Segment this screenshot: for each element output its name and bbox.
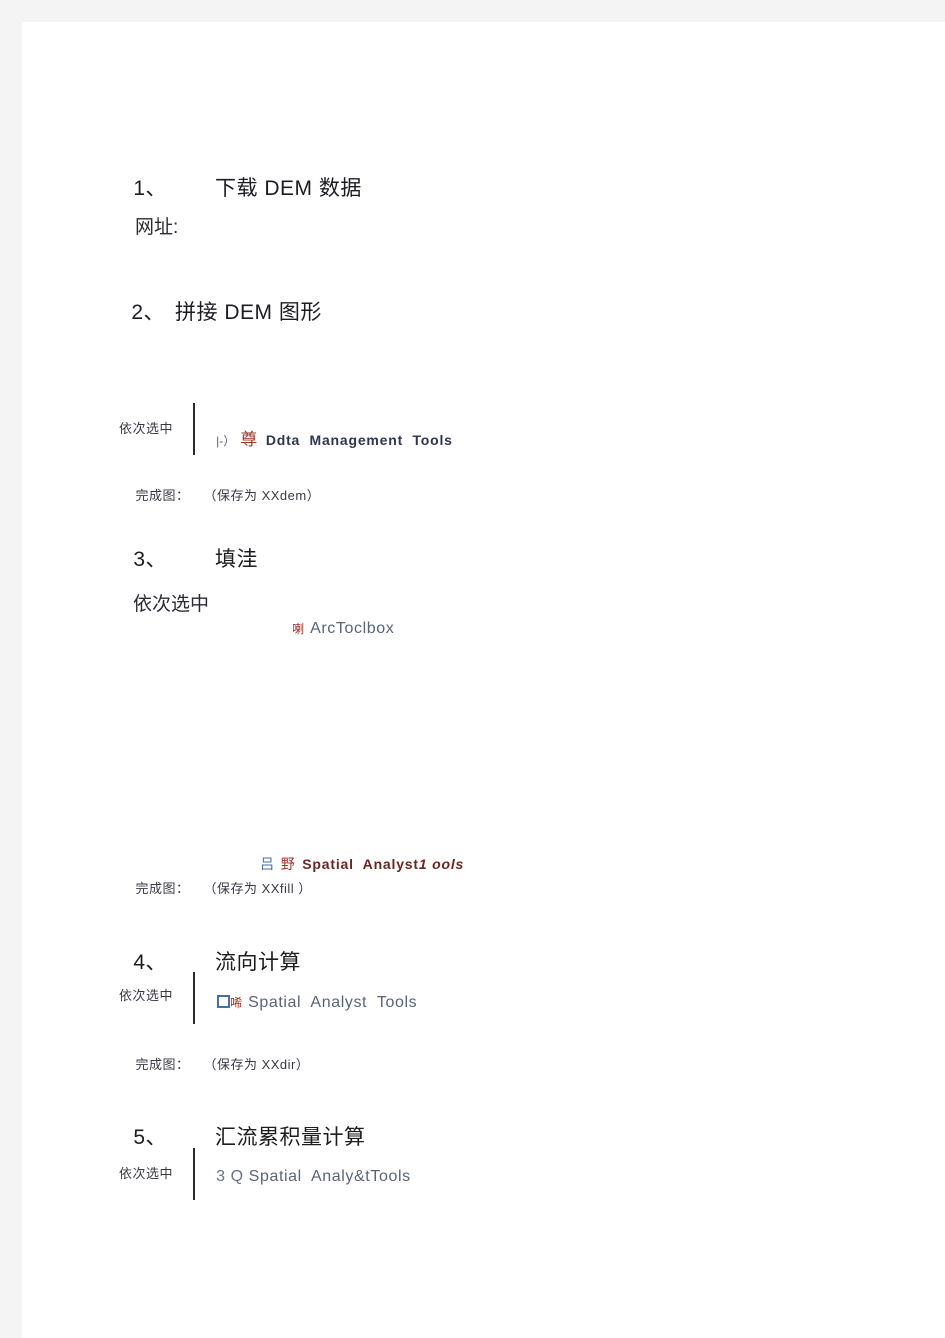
step-5-number: 5、 (133, 1126, 168, 1149)
step-2-result-value: （保存为 XXdem） (203, 488, 321, 503)
step-4-select-label: 依次选中 (119, 988, 174, 1003)
checkbox-icon (217, 995, 231, 1008)
step-1-number: 1、 (133, 177, 168, 200)
step-2-heading: 2、 拼接 DEM 图形 (106, 272, 322, 350)
step-4-title: 流向计算 (215, 951, 302, 974)
step-4-number: 4、 (133, 951, 168, 974)
step-3-tool2-name-tail: 1 ools (418, 856, 465, 872)
step-2-number: 2、 (131, 301, 166, 324)
step-3-result-label: 完成图： (135, 881, 190, 896)
step-3-tool-name: ArcToclbox (310, 620, 395, 637)
step-4-result-value: （保存为 XXdir） (203, 1057, 310, 1072)
step-3-arctoolbox-fragment: 喇 ArcToclbox (273, 603, 394, 655)
step-2-tree-rule (193, 403, 195, 455)
tree-node-icon: 3 Q (216, 1168, 244, 1185)
step-4-tool-name: Spatial Analyst Tools (248, 994, 418, 1011)
step-1-title: 下载 DEM 数据 (215, 177, 362, 200)
step-4-result-label: 完成图： (135, 1057, 190, 1072)
step-4-result-line: 完成图： （保存为 XXdir） (119, 1039, 309, 1088)
step-2-result-line: 完成图： （保存为 XXdem） (119, 470, 320, 519)
step-2-tool-name: Ddta Management Tools (265, 432, 453, 448)
toolbox-icon: 尊 (240, 430, 258, 449)
step-5-tool-name: Spatial Analy&tTools (248, 1168, 411, 1185)
step-4-ui-fragment: 唏 Spatial Analyst Tools (198, 977, 417, 1029)
step-1-url-label: 网址: (135, 217, 179, 238)
step-2-result-label: 完成图： (135, 488, 190, 503)
arctoolbox-icon: 喇 (292, 622, 305, 636)
step-3-tool2-name: Spatial Analyst (302, 856, 419, 872)
step-3-select-label: 依次选中 (133, 594, 210, 615)
step-5-tree-rule (193, 1148, 195, 1200)
step-3-result-line: 完成图： （保存为 XXfill ） (119, 863, 312, 912)
step-3-number: 3、 (133, 548, 168, 571)
step-5-title: 汇流累积量计算 (215, 1126, 366, 1149)
step-5-select-label: 依次选中 (119, 1166, 174, 1181)
document-page: 1、 下载 DEM 数据 网址: 2、 拼接 DEM 图形 依次选中 |-） 尊 Ddt… (22, 22, 945, 1338)
tree-expander-icon: |-） (216, 434, 236, 448)
step-2-select-label: 依次选中 (119, 421, 174, 436)
step-2-ui-fragment: |-） 尊 Ddta Management Tools (197, 408, 453, 467)
step-3-title: 填洼 (215, 548, 259, 571)
step-3-result-value: （保存为 XXfill ） (203, 881, 312, 896)
step-4-tree-rule (193, 972, 195, 1024)
step-5-ui-fragment: 3 Q Spatial Analy&tTools (197, 1151, 411, 1203)
step-3-heading: 3、 填洼 (108, 519, 258, 597)
spatial-analyst-icon: 唏 (230, 996, 243, 1010)
step-2-title: 拼接 DEM 图形 (175, 301, 322, 324)
